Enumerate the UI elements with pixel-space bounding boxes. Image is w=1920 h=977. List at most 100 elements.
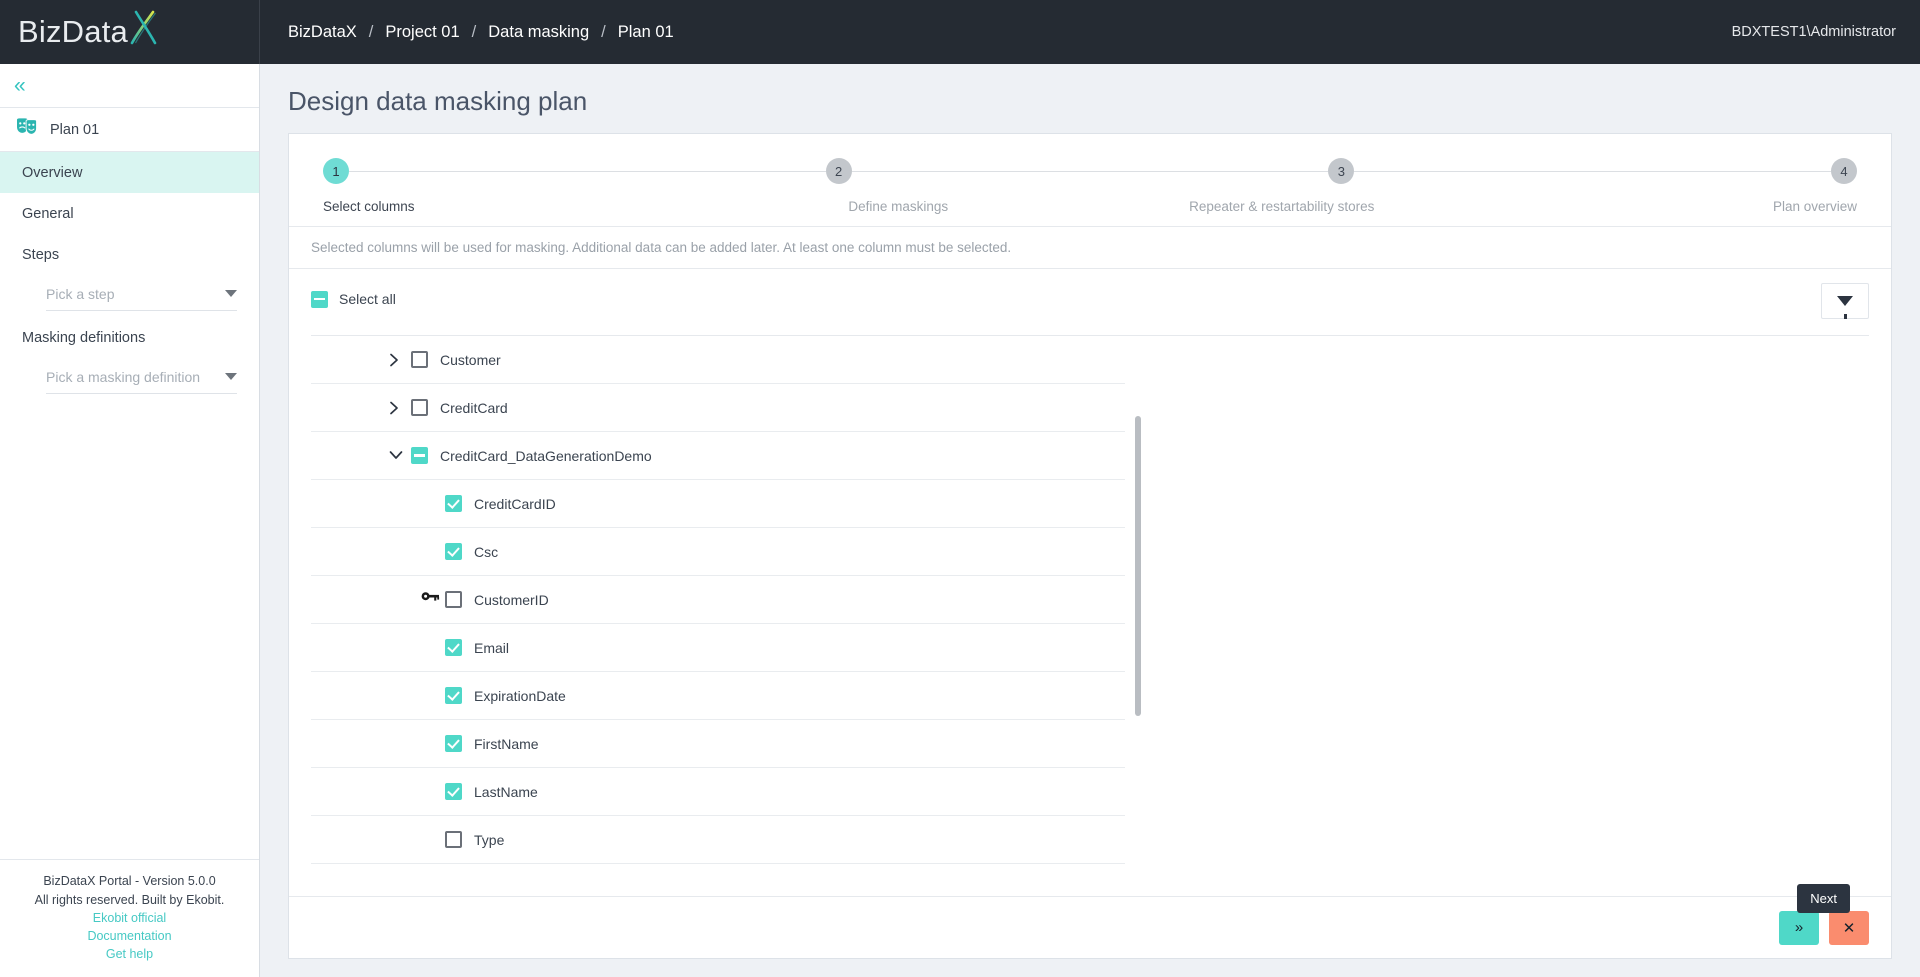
logo-text: BizData — [18, 10, 160, 54]
row-checkbox[interactable] — [445, 639, 462, 656]
step-number: 3 — [1337, 163, 1345, 179]
row-checkbox[interactable] — [411, 447, 428, 464]
breadcrumb-item-3[interactable]: Plan 01 — [618, 23, 674, 42]
tree-scrollbar-thumb[interactable] — [1135, 416, 1141, 716]
sidebar-plan-header[interactable]: Plan 01 — [0, 108, 259, 152]
select-all-control[interactable]: Select all — [311, 290, 396, 318]
step-picker-placeholder: Pick a step — [46, 285, 115, 302]
step-label-4: Plan overview — [1772, 199, 1857, 214]
top-bar: BizData BizDataX / Project 01 / Data mas… — [0, 0, 1920, 64]
key-icon — [421, 590, 440, 610]
step-label-2: Define maskings — [848, 199, 949, 214]
tree-scrollbar[interactable] — [1133, 336, 1143, 896]
sidebar-item-overview[interactable]: Overview — [0, 152, 259, 193]
cancel-button[interactable]: ✕ — [1829, 910, 1869, 945]
sidebar: « Plan 01 Overview General Steps Pick a … — [0, 64, 260, 977]
sidebar-section-masking-definitions: Masking definitions — [0, 317, 259, 358]
chevron-right-icon[interactable] — [389, 401, 411, 415]
row-checkbox[interactable] — [445, 735, 462, 752]
step-node-2[interactable]: 2 — [825, 158, 852, 184]
column-tree: Customer CreditCard CreditCard_DataGener… — [311, 336, 1143, 896]
column-row[interactable]: CustomerID — [311, 576, 1125, 624]
column-row[interactable]: ExpirationDate — [311, 672, 1125, 720]
step-picker-dropdown[interactable]: Pick a step — [46, 277, 237, 311]
table-row[interactable]: CreditCard_DataGenerationDemo — [311, 432, 1125, 480]
app-root: BizData BizDataX / Project 01 / Data mas… — [0, 0, 1920, 977]
column-row[interactable]: LastName — [311, 768, 1125, 816]
column-name: LastName — [474, 783, 538, 800]
table-row[interactable]: Customer — [311, 336, 1125, 384]
column-name: CustomerID — [474, 591, 549, 608]
main-content: Design data masking plan 1 2 3 4 Select … — [260, 64, 1920, 977]
row-checkbox[interactable] — [411, 351, 428, 368]
theater-masks-icon — [16, 117, 38, 142]
column-name: CreditCardID — [474, 495, 556, 512]
chevron-right-icon[interactable] — [389, 353, 411, 367]
footer-link-documentation[interactable]: Documentation — [10, 927, 249, 945]
column-row[interactable]: FirstName — [311, 720, 1125, 768]
row-checkbox[interactable] — [445, 495, 462, 512]
column-tree-wrapper: Customer CreditCard CreditCard_DataGener… — [289, 336, 1891, 896]
sidebar-item-label: General — [22, 205, 74, 222]
footer-link-get-help[interactable]: Get help — [10, 945, 249, 963]
sidebar-footer: BizDataX Portal - Version 5.0.0 All righ… — [0, 859, 259, 977]
row-checkbox[interactable] — [445, 543, 462, 560]
step-connector — [851, 170, 1329, 172]
row-checkbox[interactable] — [445, 591, 462, 608]
table-name: Customer — [440, 351, 501, 368]
sidebar-collapse-button[interactable]: « — [0, 64, 259, 108]
breadcrumb: BizDataX / Project 01 / Data masking / P… — [288, 23, 674, 42]
step-node-4[interactable]: 4 — [1831, 158, 1858, 184]
filter-button[interactable] — [1821, 283, 1869, 319]
info-message: Selected columns will be used for maskin… — [289, 226, 1891, 269]
column-row[interactable]: Csc — [311, 528, 1125, 576]
row-checkbox[interactable] — [445, 783, 462, 800]
stepper-nodes: 1 2 3 4 — [323, 158, 1858, 184]
table-row[interactable]: CreditCard — [311, 384, 1125, 432]
wizard-stepper: 1 2 3 4 Select columns Define maskings R… — [289, 134, 1891, 226]
breadcrumb-item-2[interactable]: Data masking — [488, 23, 589, 42]
step-label-1: Select columns — [323, 199, 415, 214]
table-name: CreditCard_DataGenerationDemo — [440, 447, 652, 464]
step-number: 4 — [1840, 163, 1848, 179]
breadcrumb-item-0[interactable]: BizDataX — [288, 23, 357, 42]
step-connector — [349, 170, 826, 172]
breadcrumb-item-1[interactable]: Project 01 — [385, 23, 459, 42]
column-row[interactable]: CreditCardID — [311, 480, 1125, 528]
app-logo[interactable]: BizData — [0, 0, 260, 64]
row-checkbox[interactable] — [411, 399, 428, 416]
chevron-down-icon[interactable] — [389, 450, 411, 461]
double-chevron-left-icon: « — [14, 74, 26, 97]
double-chevron-right-icon: » — [1794, 919, 1804, 936]
row-checkbox[interactable] — [445, 687, 462, 704]
step-node-3[interactable]: 3 — [1328, 158, 1355, 184]
next-button[interactable]: » — [1779, 910, 1819, 945]
sidebar-item-general[interactable]: General — [0, 193, 259, 234]
masking-definition-picker-dropdown[interactable]: Pick a masking definition — [46, 360, 237, 394]
footer-link-ekobit-official[interactable]: Ekobit official — [10, 909, 249, 927]
logo-x-icon — [126, 10, 160, 54]
column-name: FirstName — [474, 735, 539, 752]
sidebar-section-label: Masking definitions — [22, 329, 146, 346]
sidebar-section-label: Steps — [22, 246, 60, 263]
breadcrumb-separator: / — [471, 22, 477, 41]
column-row[interactable]: Email — [311, 624, 1125, 672]
chevron-down-icon — [225, 373, 237, 380]
column-tree-list: Customer CreditCard CreditCard_DataGener… — [311, 336, 1125, 896]
sidebar-plan-label: Plan 01 — [50, 121, 100, 138]
column-name: Type — [474, 831, 505, 848]
column-row[interactable]: Type — [311, 816, 1125, 864]
panel-bottom-padding — [260, 959, 1920, 977]
column-name: Email — [474, 639, 510, 656]
row-checkbox[interactable] — [445, 831, 462, 848]
breadcrumb-separator: / — [601, 22, 606, 41]
page-title: Design data masking plan — [288, 86, 588, 116]
step-node-1[interactable]: 1 — [323, 158, 349, 184]
chevron-down-icon — [225, 290, 237, 297]
current-user-label[interactable]: BDXTEST1\Administrator — [1732, 24, 1896, 40]
step-connector — [1354, 170, 1832, 172]
select-all-checkbox[interactable] — [311, 290, 328, 308]
stepper-labels: Select columns Define maskings Repeater … — [323, 198, 1857, 216]
close-icon: ✕ — [1842, 919, 1856, 937]
